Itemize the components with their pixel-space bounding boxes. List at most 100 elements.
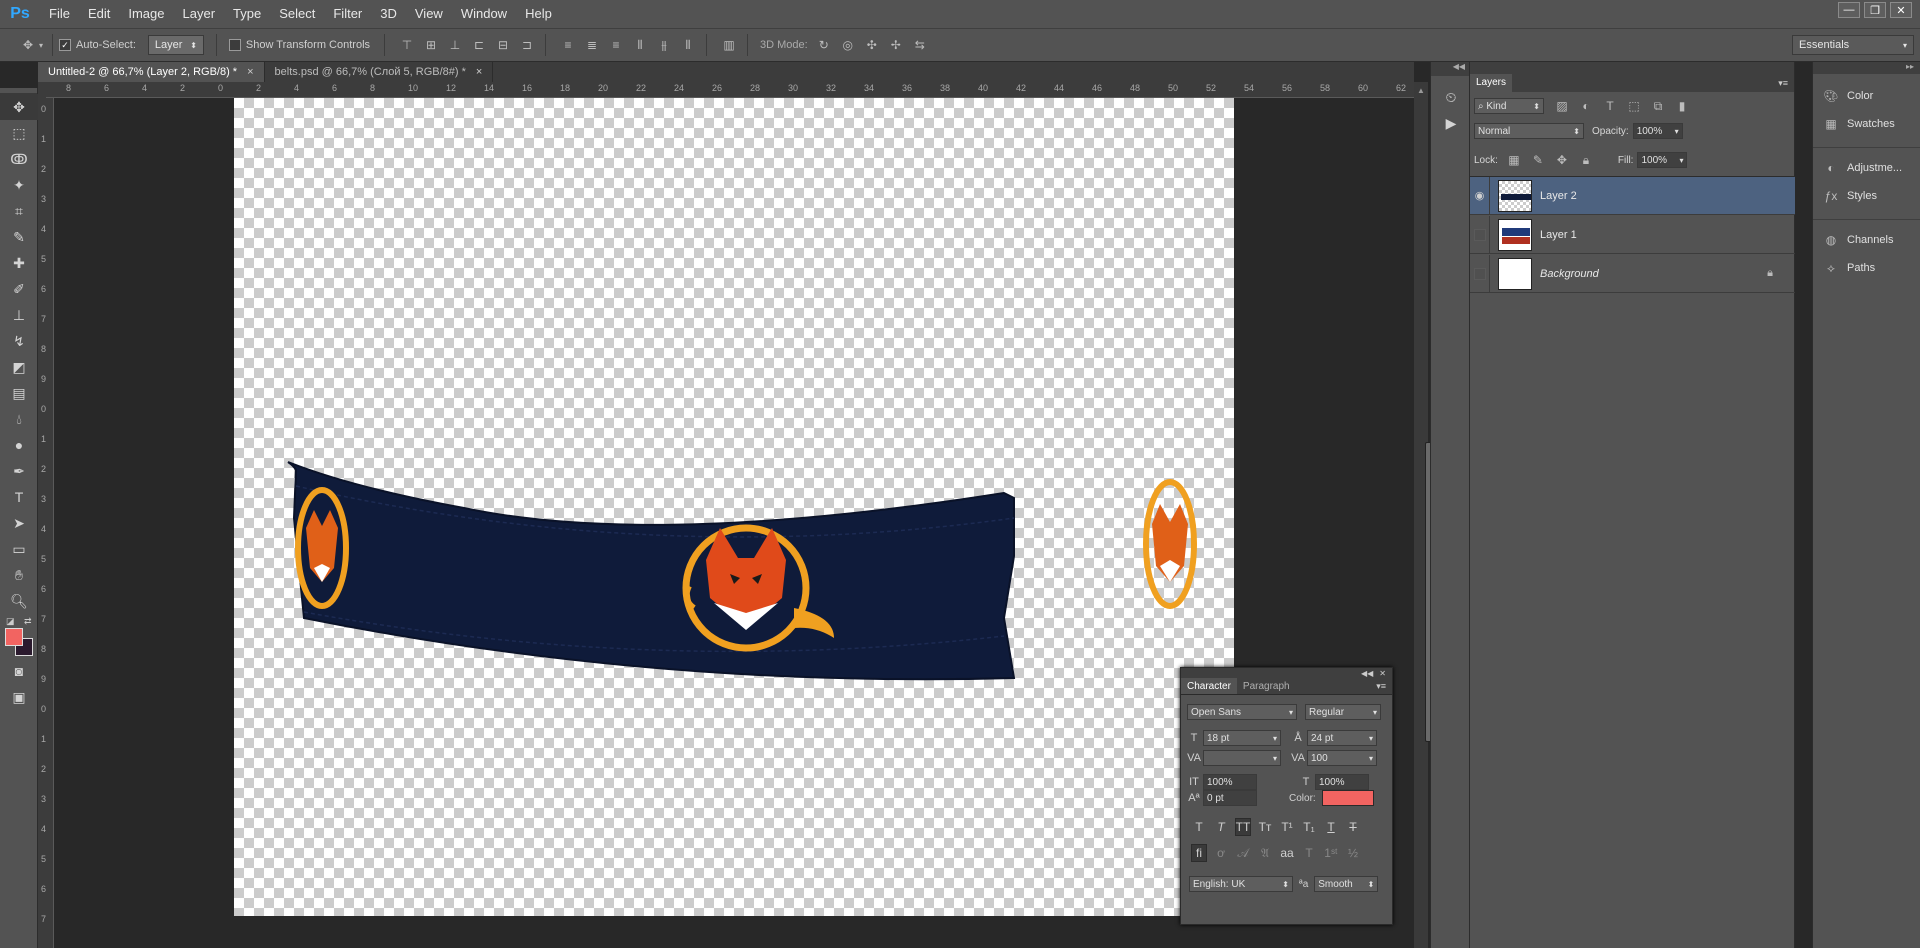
- layer-visibility-eye-icon[interactable]: [1470, 215, 1490, 254]
- distribute-hcenter-icon[interactable]: ⫵: [656, 37, 672, 53]
- actions-panel-icon[interactable]: ▶: [1431, 110, 1471, 136]
- move-tool-icon[interactable]: ✥: [0, 94, 38, 120]
- font-family-dropdown[interactable]: Open Sans ▾: [1187, 704, 1297, 720]
- filter-toggle-icon[interactable]: ▮: [1674, 98, 1690, 114]
- filter-type-icon[interactable]: T: [1602, 98, 1618, 114]
- layer-name[interactable]: Layer 2: [1540, 190, 1577, 202]
- ruler-corner[interactable]: [38, 82, 46, 98]
- menu-edit[interactable]: Edit: [79, 0, 119, 28]
- pen-tool-icon[interactable]: ✒: [0, 458, 38, 484]
- layer-row-layer-1[interactable]: Layer 1: [1470, 215, 1795, 254]
- distribute-left-icon[interactable]: ⫴: [632, 37, 648, 53]
- superscript-icon[interactable]: T¹: [1279, 818, 1295, 836]
- distribute-vcenter-icon[interactable]: ≣: [584, 37, 600, 53]
- tab-close-icon[interactable]: ×: [476, 66, 482, 78]
- 3d-roll-icon[interactable]: ◎: [840, 37, 856, 53]
- default-colors-icon[interactable]: ◪: [6, 616, 15, 627]
- subscript-icon[interactable]: T₁: [1301, 818, 1317, 836]
- tracking-field[interactable]: 100 ▾: [1307, 750, 1377, 766]
- layer-name[interactable]: Background: [1540, 268, 1599, 280]
- lock-transparent-icon[interactable]: ▦: [1506, 152, 1522, 168]
- dodge-tool-icon[interactable]: ●: [0, 432, 38, 458]
- auto-select-dropdown[interactable]: Layer ⬍: [147, 35, 204, 55]
- dock-adjustments[interactable]: ◐ Adjustme...: [1813, 154, 1920, 182]
- 3d-drag-icon[interactable]: ✣: [864, 37, 880, 53]
- dock-swatches[interactable]: ▦ Swatches: [1813, 110, 1920, 138]
- blend-mode-dropdown[interactable]: Normal ⬍: [1474, 123, 1584, 139]
- align-left-icon[interactable]: ⊏: [471, 37, 487, 53]
- align-top-icon[interactable]: ⊤: [399, 37, 415, 53]
- lock-position-icon[interactable]: ✥: [1554, 152, 1570, 168]
- dock-styles[interactable]: ƒx Styles: [1813, 182, 1920, 210]
- underline-icon[interactable]: T: [1323, 818, 1339, 836]
- close-window-button[interactable]: ✕: [1890, 2, 1912, 18]
- vertical-scrollbar[interactable]: ▲: [1414, 82, 1433, 948]
- tab-close-icon[interactable]: ×: [247, 66, 253, 78]
- opacity-field[interactable]: 100% ▾: [1632, 123, 1683, 139]
- language-dropdown[interactable]: English: UK ⬍: [1189, 876, 1293, 892]
- antialias-dropdown[interactable]: Smooth ⬍: [1314, 876, 1379, 892]
- swap-colors-icon[interactable]: ⇄: [24, 616, 32, 627]
- layer-visibility-eye-icon[interactable]: ◉: [1470, 176, 1490, 215]
- fill-field[interactable]: 100% ▾: [1637, 152, 1688, 168]
- layers-menu-icon[interactable]: ▾≡: [1778, 74, 1794, 92]
- collapse-panel-icon[interactable]: ◀◀: [1361, 669, 1373, 678]
- gradient-tool-icon[interactable]: ▤: [0, 380, 38, 406]
- layer-filter-dropdown[interactable]: ⌕ Kind ⬍: [1474, 98, 1544, 114]
- swash-icon[interactable]: 𝒜: [1235, 844, 1251, 862]
- show-transform-checkbox[interactable]: [228, 39, 241, 51]
- menu-select[interactable]: Select: [270, 0, 324, 28]
- dock-channels[interactable]: ◍ Channels: [1813, 226, 1920, 254]
- vertical-scale-field[interactable]: 100%: [1203, 774, 1257, 790]
- menu-help[interactable]: Help: [516, 0, 561, 28]
- document-canvas[interactable]: [234, 98, 1234, 916]
- history-panel-icon[interactable]: ⏲: [1431, 84, 1471, 110]
- stylistic-alternates-icon[interactable]: 𝔄: [1257, 844, 1273, 862]
- layer-name[interactable]: Layer 1: [1540, 229, 1577, 241]
- workspace-dropdown[interactable]: Essentials ▾: [1792, 35, 1914, 55]
- move-tool-preset-icon[interactable]: ✥: [20, 37, 36, 53]
- path-selection-tool-icon[interactable]: ➤: [0, 510, 38, 536]
- menu-filter[interactable]: Filter: [324, 0, 371, 28]
- layer-row-layer-2[interactable]: ◉ Layer 2: [1470, 176, 1795, 215]
- hand-tool-icon[interactable]: ✋︎: [0, 562, 38, 588]
- faux-italic-icon[interactable]: T: [1213, 818, 1229, 836]
- font-size-field[interactable]: 18 pt ▾: [1203, 730, 1281, 746]
- layer-visibility-eye-icon[interactable]: [1470, 254, 1490, 293]
- faux-bold-icon[interactable]: T: [1191, 818, 1207, 836]
- lasso-tool-icon[interactable]: ↂ: [0, 146, 38, 172]
- healing-brush-tool-icon[interactable]: ✚: [0, 250, 38, 276]
- menu-window[interactable]: Window: [452, 0, 516, 28]
- filter-adjustment-icon[interactable]: ◐: [1578, 98, 1594, 114]
- small-caps-icon[interactable]: Tт: [1257, 818, 1273, 836]
- history-brush-tool-icon[interactable]: ↯: [0, 328, 38, 354]
- tab-character[interactable]: Character: [1181, 678, 1237, 694]
- layer-row-background[interactable]: Background 🔒︎: [1470, 254, 1795, 293]
- ordinals-icon[interactable]: 1ˢᵗ: [1323, 844, 1339, 862]
- 3d-slide-icon[interactable]: ✢: [888, 37, 904, 53]
- marquee-tool-icon[interactable]: ⬚: [0, 120, 38, 146]
- distribute-bottom-icon[interactable]: ≡: [608, 37, 624, 53]
- lock-image-icon[interactable]: ✎: [1530, 152, 1546, 168]
- screen-mode-icon[interactable]: ▣: [0, 684, 38, 710]
- auto-align-icon[interactable]: ▥: [721, 37, 737, 53]
- type-tool-icon[interactable]: T: [0, 484, 38, 510]
- align-right-icon[interactable]: ⊐: [519, 37, 535, 53]
- magic-wand-tool-icon[interactable]: ✦: [0, 172, 38, 198]
- ornaments-icon[interactable]: T: [1301, 844, 1317, 862]
- titling-alternates-icon[interactable]: aa: [1279, 844, 1295, 862]
- filter-shape-icon[interactable]: ⬚: [1626, 98, 1642, 114]
- clone-stamp-tool-icon[interactable]: ⊥: [0, 302, 38, 328]
- menu-3d[interactable]: 3D: [371, 0, 406, 28]
- preset-dropdown-icon[interactable]: ▾: [36, 37, 46, 53]
- align-vcenter-icon[interactable]: ⊞: [423, 37, 439, 53]
- tab-paragraph[interactable]: Paragraph: [1237, 678, 1296, 694]
- all-caps-icon[interactable]: TT: [1235, 818, 1251, 836]
- brush-tool-icon[interactable]: ✐: [0, 276, 38, 302]
- menu-image[interactable]: Image: [119, 0, 173, 28]
- strikethrough-icon[interactable]: T: [1345, 818, 1361, 836]
- minimize-button[interactable]: —: [1838, 2, 1860, 18]
- distribute-right-icon[interactable]: ⫴: [680, 37, 696, 53]
- horizontal-scale-field[interactable]: 100%: [1315, 774, 1369, 790]
- discretionary-ligatures-icon[interactable]: ơ: [1213, 844, 1229, 862]
